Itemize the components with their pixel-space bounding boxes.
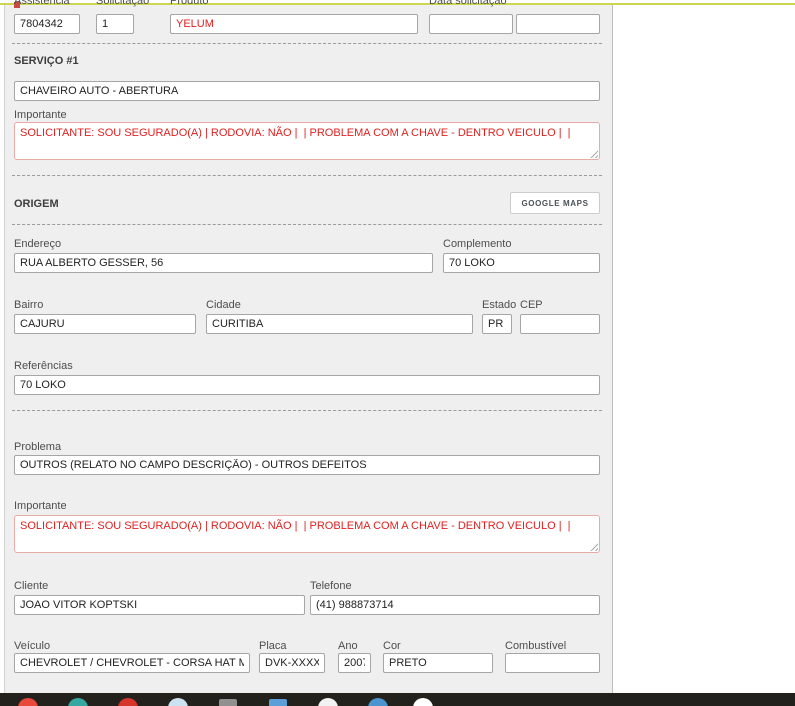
ano-input[interactable] bbox=[338, 653, 371, 673]
assistencia-label: Assistência bbox=[14, 0, 70, 7]
servico-importante-textarea[interactable]: SOLICITANTE: SOU SEGURADO(A) | RODOVIA: … bbox=[14, 122, 600, 160]
bairro-label: Bairro bbox=[14, 299, 44, 311]
telefone-label: Telefone bbox=[310, 580, 352, 592]
bairro-input[interactable] bbox=[14, 314, 196, 334]
blue-app-icon[interactable] bbox=[368, 698, 388, 706]
google-maps-button[interactable]: GOOGLE MAPS bbox=[510, 192, 600, 214]
combustivel-input[interactable] bbox=[505, 653, 600, 673]
veiculo-label: Veículo bbox=[14, 640, 51, 652]
servico-input[interactable] bbox=[14, 81, 600, 101]
servico-heading: SERVIÇO #1 bbox=[14, 55, 79, 67]
placa-input[interactable] bbox=[259, 653, 325, 673]
referencias-input[interactable] bbox=[14, 375, 600, 395]
origem-heading: ORIGEM bbox=[14, 198, 59, 210]
cor-input[interactable] bbox=[383, 653, 493, 673]
problema-importante-textarea[interactable]: SOLICITANTE: SOU SEGURADO(A) | RODOVIA: … bbox=[14, 515, 600, 553]
cliente-input[interactable] bbox=[14, 595, 305, 615]
divider bbox=[12, 43, 602, 44]
solicitacao-input[interactable] bbox=[96, 14, 134, 34]
red-app-icon[interactable] bbox=[18, 698, 38, 706]
veiculo-input[interactable] bbox=[14, 653, 250, 673]
cep-input[interactable] bbox=[520, 314, 600, 334]
solicitacao-label: Solicitação bbox=[96, 0, 150, 7]
monitor-app-icon[interactable] bbox=[269, 699, 287, 706]
assistencia-input[interactable] bbox=[14, 14, 80, 34]
cidade-label: Cidade bbox=[206, 299, 241, 311]
complemento-input[interactable] bbox=[443, 253, 600, 273]
telefone-input[interactable] bbox=[310, 595, 600, 615]
taskbar bbox=[0, 693, 795, 706]
divider bbox=[12, 410, 602, 411]
endereco-label: Endereço bbox=[14, 238, 62, 250]
problema-input[interactable] bbox=[14, 455, 600, 475]
cep-label: CEP bbox=[520, 299, 543, 311]
problema-label: Problema bbox=[14, 441, 62, 453]
divider bbox=[12, 175, 602, 176]
estado-label: Estado bbox=[482, 299, 517, 311]
data-solicitacao-label: Data solicitação bbox=[429, 0, 507, 7]
white-app-icon-2[interactable] bbox=[413, 698, 433, 706]
red-browser-icon[interactable] bbox=[118, 698, 138, 706]
importante-label-1: Importante bbox=[14, 109, 67, 121]
cliente-label: Cliente bbox=[14, 580, 49, 592]
endereco-input[interactable] bbox=[14, 253, 433, 273]
lightblue-app-icon[interactable] bbox=[168, 698, 188, 706]
ano-label: Ano bbox=[338, 640, 358, 652]
teal-app-icon[interactable] bbox=[68, 698, 88, 706]
data-solicitacao-time-input[interactable] bbox=[516, 14, 600, 34]
placa-label: Placa bbox=[259, 640, 287, 652]
produto-label: Produto bbox=[170, 0, 209, 7]
page: { "theme": { "accent_line_color": "#ccd6… bbox=[0, 0, 795, 706]
referencias-label: Referências bbox=[14, 360, 73, 372]
cor-label: Cor bbox=[383, 640, 401, 652]
produto-input[interactable] bbox=[170, 14, 418, 34]
data-solicitacao-date-input[interactable] bbox=[429, 14, 513, 34]
combustivel-label: Combustível bbox=[505, 640, 567, 652]
estado-input[interactable] bbox=[482, 314, 512, 334]
complemento-label: Complemento bbox=[443, 238, 512, 250]
form-panel bbox=[4, 5, 613, 693]
cidade-input[interactable] bbox=[206, 314, 473, 334]
folder-icon[interactable] bbox=[219, 699, 237, 706]
divider bbox=[12, 224, 602, 225]
white-app-icon[interactable] bbox=[318, 698, 338, 706]
importante-label-2: Importante bbox=[14, 500, 67, 512]
